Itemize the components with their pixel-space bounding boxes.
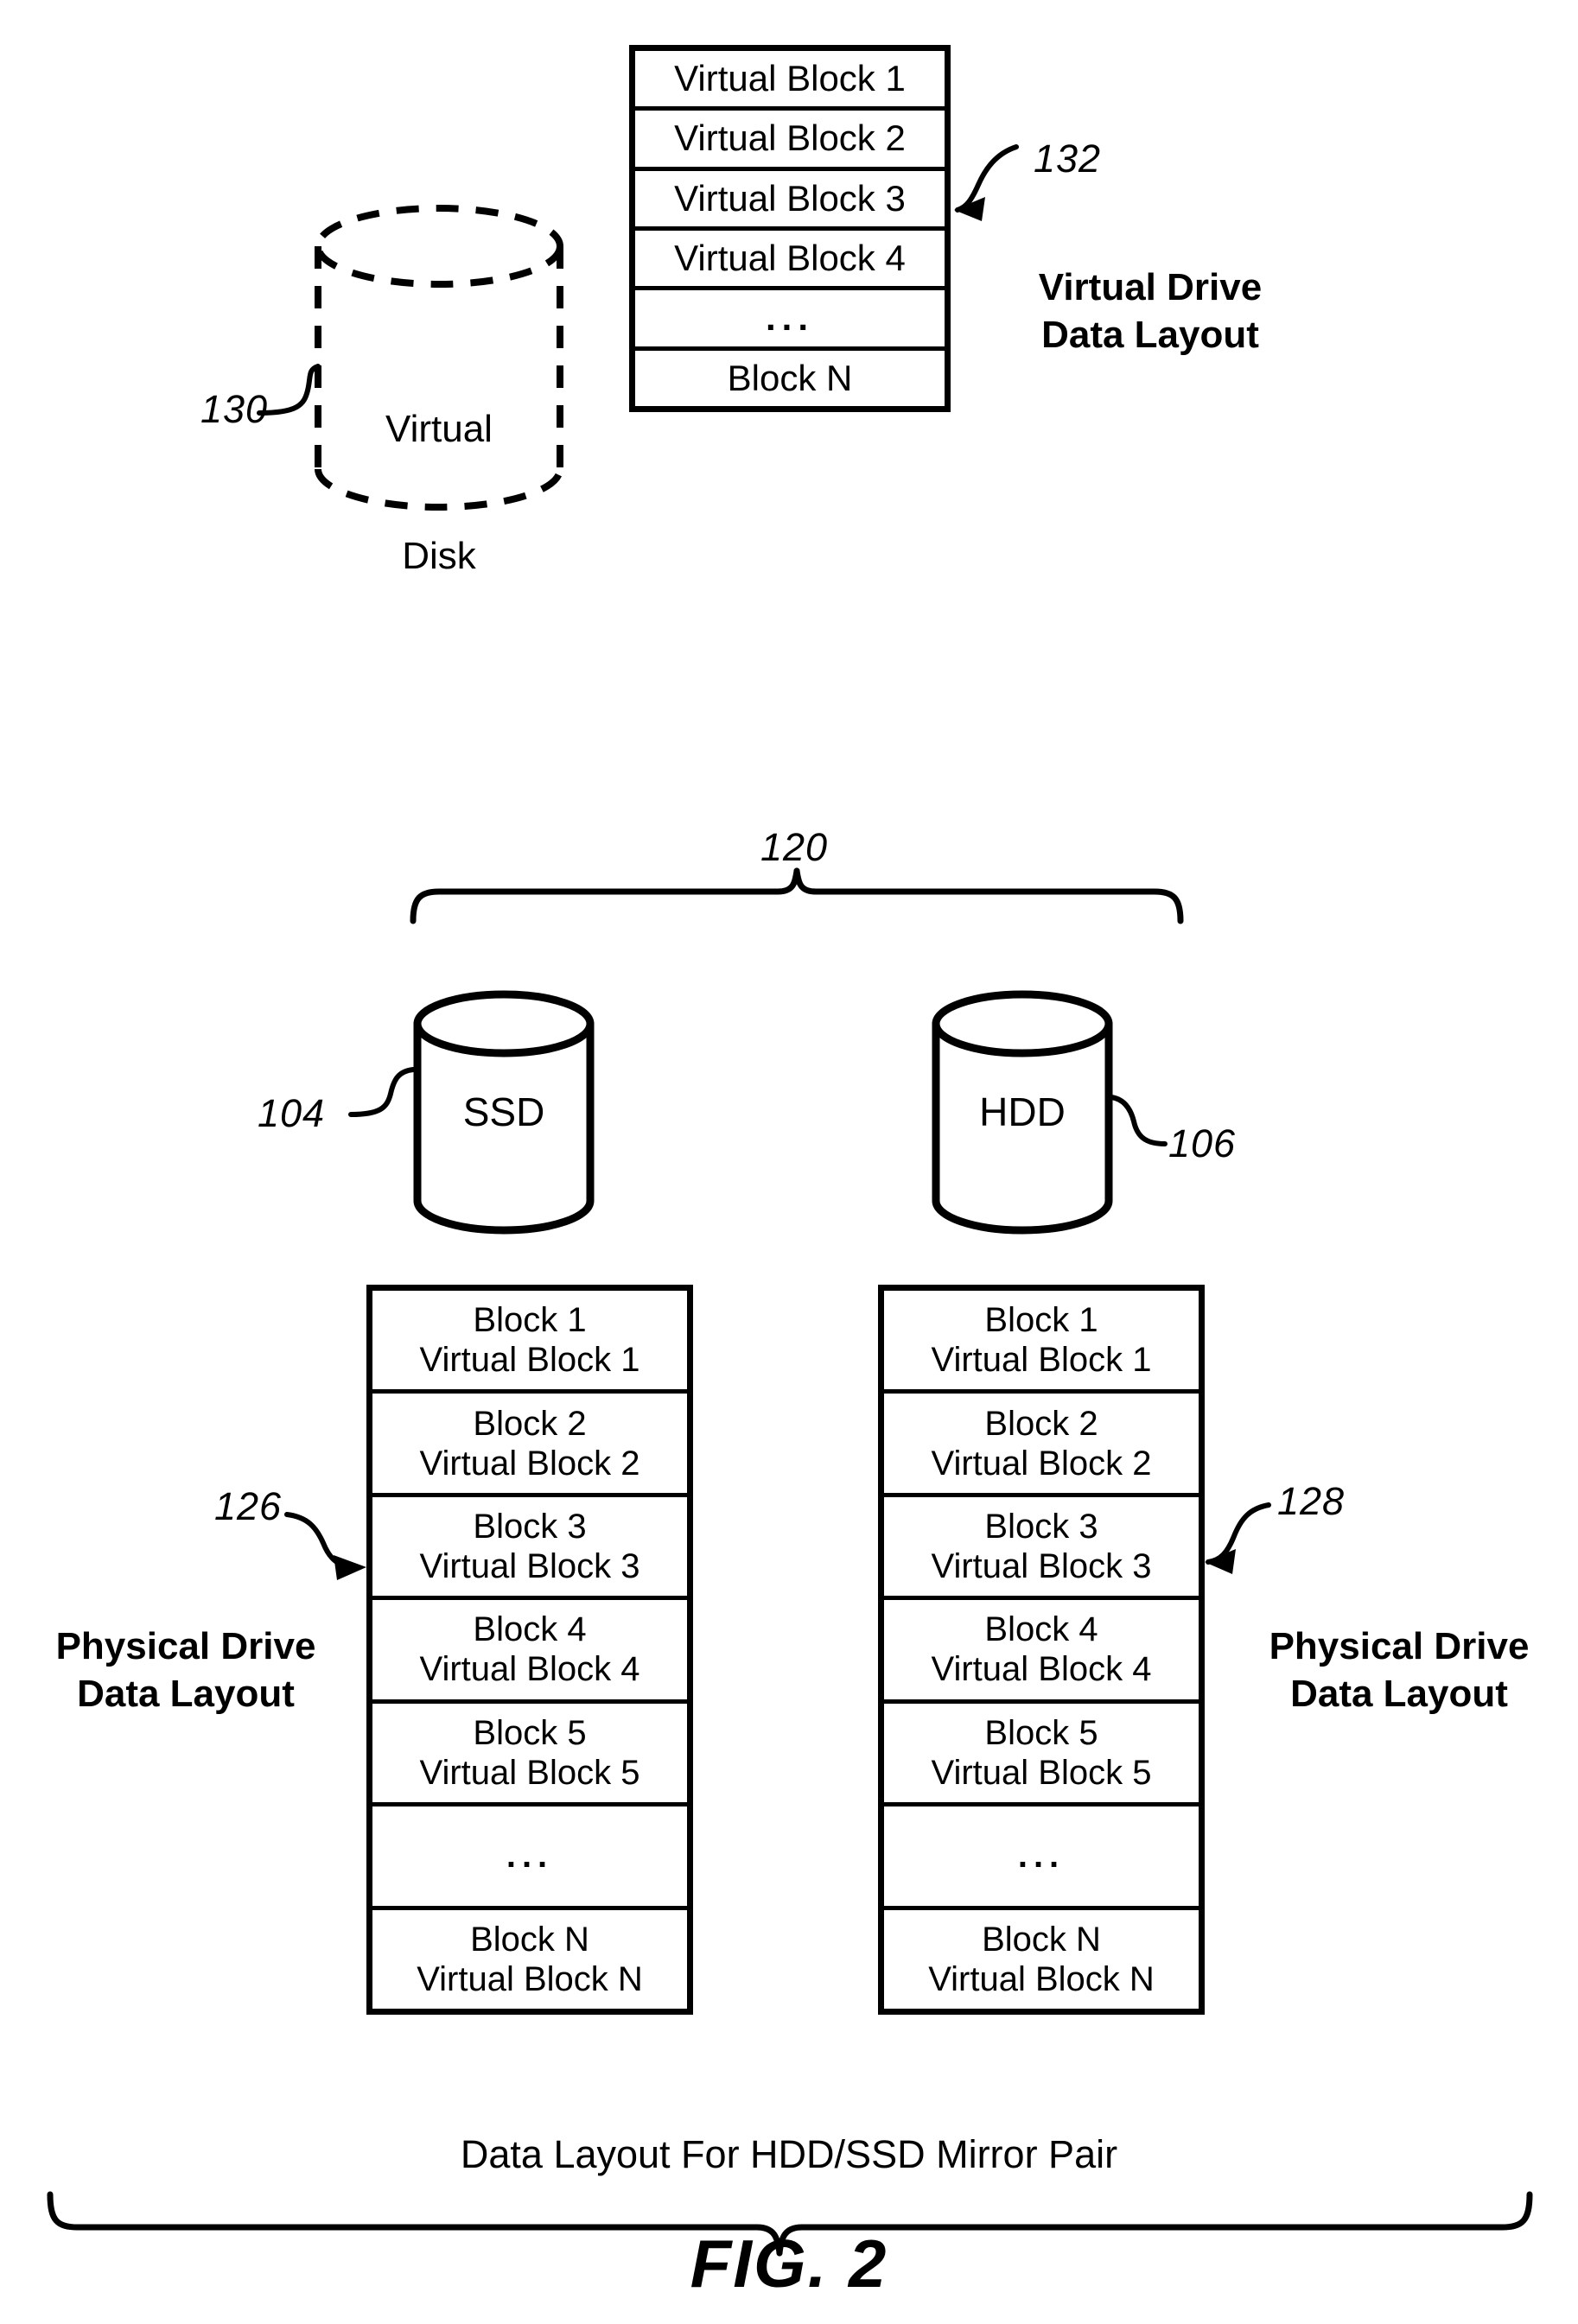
virtual-disk-label-line1: Virtual — [385, 407, 493, 450]
ssd-physical-drive-data-layout-title: Physical Drive Data Layout — [55, 1625, 316, 1715]
table-row: Block 4 Virtual Block 4 — [372, 1600, 687, 1704]
virtual-disk-label-line2: Disk — [402, 535, 476, 578]
arrowhead-132 — [954, 197, 985, 221]
table-row-ellipsis: ... — [372, 1806, 687, 1910]
virtual-drive-data-layout-title: Virtual Drive Data Layout — [1038, 266, 1263, 356]
reference-104: 104 — [258, 1091, 326, 1135]
leader-126 — [284, 1512, 355, 1570]
reference-130: 130 — [200, 387, 269, 431]
table-row: Block 3 Virtual Block 3 — [372, 1497, 687, 1601]
table-row: Virtual Block 4 — [635, 231, 945, 291]
table-row: Block 1 Virtual Block 1 — [884, 1291, 1199, 1394]
table-row-ellipsis: ... — [884, 1806, 1199, 1910]
table-row: Block 1 Virtual Block 1 — [372, 1291, 687, 1394]
arrowhead-126 — [334, 1555, 366, 1580]
table-row: Block 5 Virtual Block 5 — [372, 1704, 687, 1807]
leader-104 — [348, 1067, 416, 1117]
leader-106 — [1109, 1095, 1168, 1146]
arrowhead-128 — [1205, 1549, 1236, 1574]
table-row: Block 4 Virtual Block 4 — [884, 1600, 1199, 1704]
reference-106: 106 — [1168, 1121, 1237, 1165]
table-row: Virtual Block 1 — [635, 51, 945, 111]
ssd-physical-block-table: Block 1 Virtual Block 1 Block 2 Virtual … — [366, 1285, 693, 2015]
reference-126: 126 — [214, 1484, 283, 1528]
figure-number-label: FIG. 2 — [690, 2226, 888, 2302]
table-row: Block 2 Virtual Block 2 — [372, 1394, 687, 1497]
leader-128 — [1206, 1502, 1271, 1565]
table-row: Virtual Block 3 — [635, 171, 945, 231]
hdd-physical-drive-data-layout-title: Physical Drive Data Layout — [1269, 1625, 1530, 1715]
bracket-120 — [410, 867, 1184, 924]
table-row: Block N — [727, 357, 853, 398]
table-row: Block N Virtual Block N — [417, 1920, 643, 1998]
reference-120: 120 — [760, 825, 829, 869]
table-row: Block 3 Virtual Block 3 — [884, 1497, 1199, 1601]
leader-130 — [257, 364, 321, 416]
virtual-drive-block-table: Virtual Block 1 Virtual Block 2 Virtual … — [629, 45, 951, 412]
virtual-disk-label: Virtual Disk — [361, 322, 517, 663]
leader-132 — [955, 144, 1019, 213]
reference-132: 132 — [1034, 137, 1102, 181]
table-row: Block 2 Virtual Block 2 — [884, 1394, 1199, 1497]
table-row: Block 5 Virtual Block 5 — [884, 1704, 1199, 1807]
hdd-drive-label: HDD — [979, 1089, 1066, 1134]
ssd-drive-label: SSD — [462, 1089, 545, 1134]
patent-figure-2: Virtual Disk 130 Virtual Block 1 Virtual… — [0, 0, 1578, 2324]
figure-caption: Data Layout For HDD/SSD Mirror Pair — [460, 2132, 1118, 2176]
table-row-ellipsis: ... — [635, 290, 945, 351]
hdd-physical-block-table: Block 1 Virtual Block 1 Block 2 Virtual … — [878, 1285, 1205, 2015]
reference-128: 128 — [1277, 1479, 1346, 1523]
table-row: Block N Virtual Block N — [928, 1920, 1155, 1998]
table-row: Virtual Block 2 — [635, 111, 945, 171]
